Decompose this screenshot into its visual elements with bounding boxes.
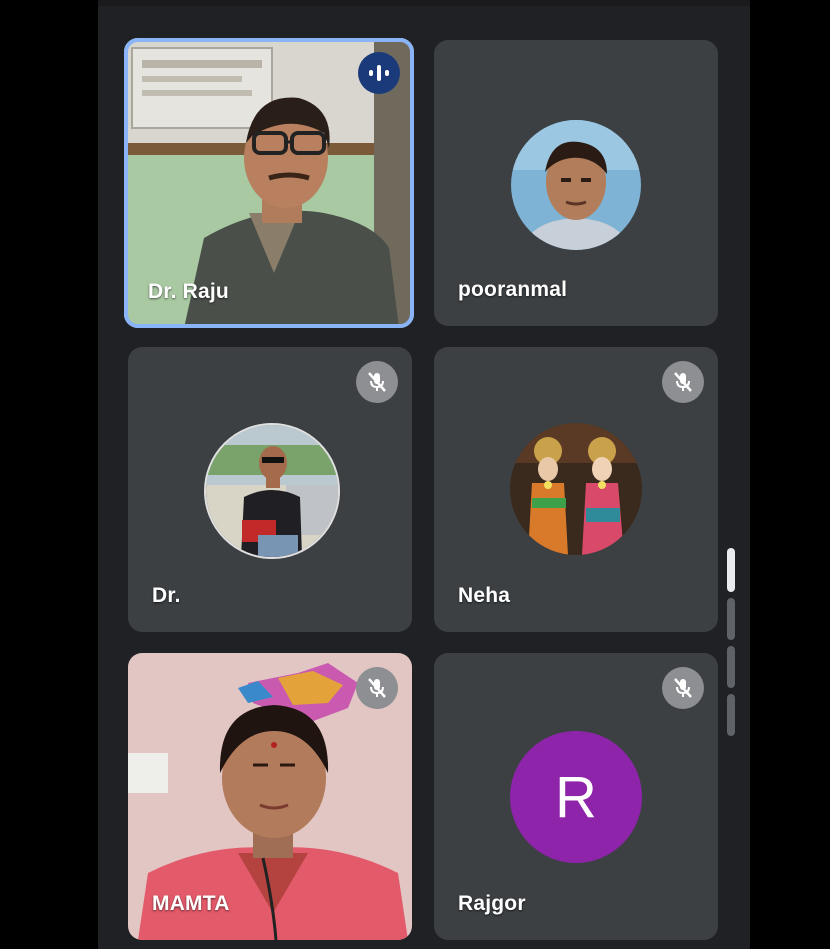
mic-off-badge: [356, 361, 398, 403]
avatar-letter: R: [510, 731, 642, 863]
scrollbar-segment[interactable]: [727, 646, 735, 688]
participant-tile-neha[interactable]: Neha: [434, 347, 718, 632]
participant-name: Dr.: [152, 584, 181, 607]
participant-name: Neha: [458, 584, 511, 607]
mic-off-icon: [674, 372, 692, 392]
participant-name: MAMTA: [152, 892, 230, 915]
participant-tile-dr-raju[interactable]: Dr. Raju: [124, 38, 414, 328]
avatar-photo-dr: [206, 425, 338, 557]
speaking-indicator-badge: [358, 52, 400, 94]
participant-tile-dr[interactable]: Dr.: [128, 347, 412, 632]
mic-off-badge: [662, 361, 704, 403]
scrollbar-segment[interactable]: [727, 598, 735, 640]
participant-name: Dr. Raju: [148, 280, 229, 303]
avatar: [511, 120, 641, 250]
participant-tile-mamta[interactable]: MAMTA: [128, 653, 412, 940]
mic-off-icon: [368, 372, 386, 392]
avatar-photo-pooranmal: [511, 120, 641, 250]
mic-off-icon: [368, 678, 386, 698]
top-strip: [98, 0, 750, 6]
avatar: [510, 423, 642, 555]
participant-tile-rajgor[interactable]: R Rajgor: [434, 653, 718, 940]
speaking-indicator-icon: [369, 65, 389, 81]
scrollbar-segment[interactable]: [727, 694, 735, 736]
mic-off-badge: [356, 667, 398, 709]
scrollbar-thumb[interactable]: [727, 548, 735, 592]
avatar-photo-neha: [510, 423, 642, 555]
mic-off-icon: [674, 678, 692, 698]
participant-name: Rajgor: [458, 892, 526, 915]
participant-name: pooranmal: [458, 278, 568, 301]
mic-off-badge: [662, 667, 704, 709]
meeting-screen: Dr. Raju pooranmal Dr. Neha MAMTA R Rajg…: [98, 0, 750, 949]
participant-tile-pooranmal[interactable]: pooranmal: [434, 40, 718, 326]
avatar: [204, 423, 340, 559]
